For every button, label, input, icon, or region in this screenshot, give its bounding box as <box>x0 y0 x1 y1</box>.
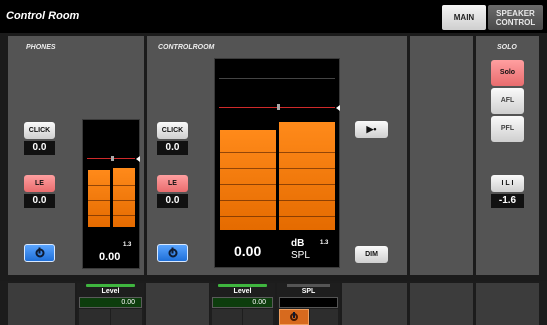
phones-power-button[interactable] <box>24 244 55 262</box>
phones-title: PHONES <box>26 44 56 51</box>
phones-meter-value: 0.00 <box>99 251 121 263</box>
tab-speaker-control[interactable]: SPEAKER CONTROL <box>488 5 543 30</box>
tab-speaker-label-line1: SPEAKER <box>496 9 535 18</box>
tab-main[interactable]: MAIN <box>442 5 486 30</box>
bottom-cell <box>111 309 142 325</box>
tab-speaker-label-line2: CONTROL <box>495 18 536 27</box>
page-title: Control Room <box>6 10 80 22</box>
spl-indicator <box>287 284 330 287</box>
level-value-2[interactable]: 0.00 <box>212 297 273 308</box>
bottom-cell <box>79 309 110 325</box>
phones-le-value: 0.0 <box>24 194 55 208</box>
empty-panel <box>410 36 473 275</box>
controlroom-title: CONTROLROOM <box>158 44 215 51</box>
level-indicator-1 <box>86 284 135 287</box>
controlroom-play-button[interactable]: ▶• <box>355 121 388 138</box>
ili-value: -1.6 <box>491 194 524 208</box>
phones-meter: 1.3 0.00 <box>82 119 140 269</box>
level-label-2: Level <box>233 288 252 295</box>
controlroom-click-button[interactable]: CLICK <box>157 122 188 139</box>
controlroom-meter-bar-left <box>220 130 276 230</box>
controlroom-le-button[interactable]: LE <box>157 175 188 192</box>
controlroom-fader-marker[interactable] <box>277 104 280 110</box>
bottom-slot-1[interactable] <box>8 283 75 325</box>
controlroom-panel: CONTROLROOM CLICK 0.0 LE 0.0 0.00 dB 1.3… <box>147 36 407 275</box>
phones-click-value: 0.0 <box>24 141 55 155</box>
bottom-slot-4[interactable]: Level 0.00 <box>210 283 275 325</box>
controlroom-meter: 0.00 dB 1.3 SPL <box>214 58 340 268</box>
solo-title: SOLO <box>497 44 517 51</box>
controlroom-meter-pointer-icon <box>336 105 340 111</box>
controlroom-click-value: 0.0 <box>157 141 188 155</box>
power-icon <box>168 248 177 258</box>
spl-value-field[interactable] <box>279 297 338 308</box>
controlroom-le-value: 0.0 <box>157 194 188 208</box>
phones-le-button[interactable]: LE <box>24 175 55 192</box>
bottom-cell <box>212 309 242 325</box>
phones-meter-small-value: 1.3 <box>123 242 132 248</box>
solo-panel: SOLO Solo AFL PFL I L I -1.6 <box>476 36 539 275</box>
spl-power-button[interactable] <box>279 309 309 325</box>
controlroom-meter-bar-right <box>279 122 335 230</box>
level-label-1: Level <box>101 288 120 295</box>
controlroom-meter-unit-db: dB <box>291 238 305 249</box>
bottom-slot-5[interactable]: SPL <box>277 283 340 325</box>
bottom-slot-6[interactable] <box>342 283 407 325</box>
level-value-1[interactable]: 0.00 <box>79 297 142 308</box>
solo-button[interactable]: Solo <box>491 60 524 86</box>
controlroom-meter-small-value: 1.3 <box>320 240 329 246</box>
phones-fader-marker[interactable] <box>111 156 114 161</box>
controlroom-meter-unit-spl: SPL <box>291 250 310 261</box>
controlroom-meter-value: 0.00 <box>234 243 262 259</box>
controlroom-dim-button[interactable]: DIM <box>355 246 388 263</box>
bottom-cell <box>310 309 338 325</box>
afl-button[interactable]: AFL <box>491 88 524 114</box>
phones-meter-bar-right <box>113 168 135 227</box>
spl-label: SPL <box>301 288 316 295</box>
phones-panel: PHONES CLICK 0.0 LE 0.0 1.3 0.00 <box>8 36 144 275</box>
bottom-slot-2[interactable]: Level 0.00 <box>77 283 144 325</box>
phones-meter-bar-left <box>88 170 110 227</box>
bottom-cell <box>243 309 273 325</box>
controlroom-power-button[interactable] <box>157 244 188 262</box>
bottom-slot-8[interactable] <box>476 283 539 325</box>
ili-button[interactable]: I L I <box>491 175 524 192</box>
phones-meter-pointer-icon <box>136 156 140 162</box>
power-icon <box>290 313 298 321</box>
bottom-slot-7[interactable] <box>410 283 473 325</box>
phones-click-button[interactable]: CLICK <box>24 122 55 139</box>
bottom-slot-3[interactable] <box>146 283 209 325</box>
level-indicator-2 <box>218 284 267 287</box>
power-icon <box>35 248 44 258</box>
pfl-button[interactable]: PFL <box>491 116 524 142</box>
controlroom-meter-top-line <box>219 78 335 79</box>
